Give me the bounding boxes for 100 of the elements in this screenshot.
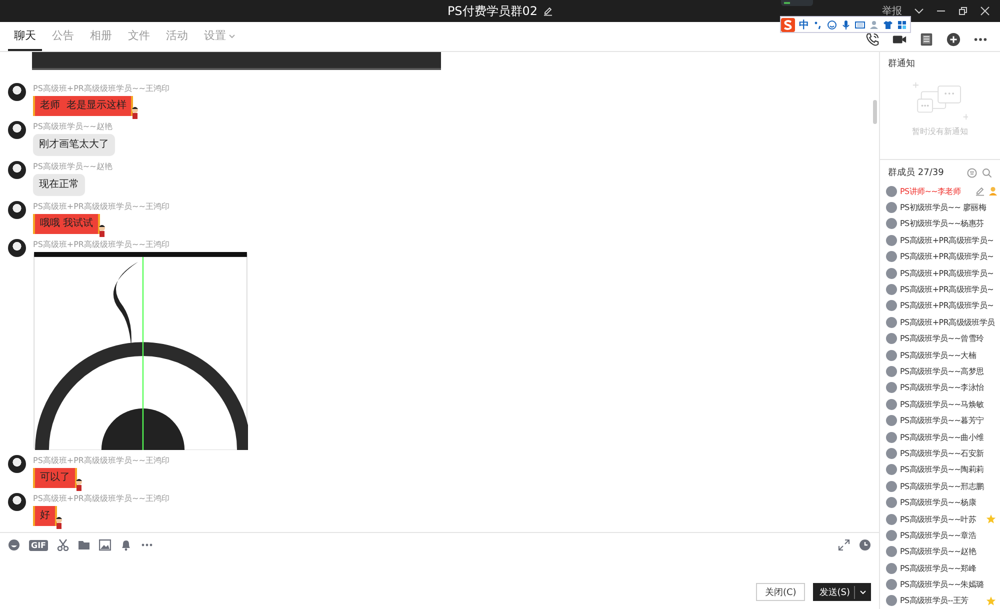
notice-title: 群通知 bbox=[888, 58, 915, 70]
sender-name: PS高级班学员~~赵艳 bbox=[33, 121, 112, 132]
member-name[interactable]: PS初级班学员~~ 廖丽梅 bbox=[900, 202, 986, 214]
message-bubble: 哦哦 我试试 bbox=[33, 214, 100, 234]
avatar[interactable] bbox=[8, 201, 26, 219]
member-avatar[interactable] bbox=[886, 464, 897, 476]
avatar[interactable] bbox=[8, 83, 26, 101]
message-bubble: 老师 老是显示这样 bbox=[33, 96, 134, 116]
member-name[interactable]: PS高级班学员~~朱嫣璐 bbox=[900, 579, 984, 590]
member-name[interactable]: PS高级班学员~~暮芳宁 bbox=[900, 415, 984, 426]
folder-icon[interactable] bbox=[78, 539, 90, 551]
member-avatar[interactable] bbox=[886, 398, 897, 410]
clock-icon[interactable] bbox=[859, 539, 871, 551]
member-name[interactable]: PS高级班+PR高级班学员~ bbox=[900, 268, 994, 279]
expand-icon[interactable] bbox=[838, 539, 850, 551]
sender-name: PS高级班+PR高级级班学员~~王鸿印 bbox=[33, 83, 170, 94]
member-avatar[interactable] bbox=[886, 251, 897, 262]
member-avatar[interactable] bbox=[886, 448, 897, 459]
scrollbar-thumb[interactable] bbox=[873, 100, 877, 124]
member-avatar[interactable] bbox=[886, 432, 897, 443]
member-name[interactable]: PS高级班+PR高级班学员~ bbox=[900, 234, 994, 246]
member-name[interactable]: PS高级班学员~~邢志鹏 bbox=[900, 480, 984, 492]
search-icon[interactable] bbox=[982, 168, 992, 178]
member-name[interactable]: PS高级班+PR高级班学员~ bbox=[900, 251, 994, 262]
restore-icon[interactable] bbox=[958, 6, 968, 16]
member-name[interactable]: PS高级班+PR高级班学员~ bbox=[900, 300, 994, 312]
member-avatar[interactable] bbox=[886, 316, 897, 328]
member-name[interactable]: PS高级班学员~~曾雪玲 bbox=[900, 333, 984, 344]
message-bubble: 现在正常 bbox=[33, 174, 85, 196]
image-icon[interactable] bbox=[99, 539, 112, 551]
scissors-icon[interactable] bbox=[57, 539, 70, 551]
member-avatar[interactable] bbox=[886, 284, 897, 296]
sender-name: PS高级班学员~~赵艳 bbox=[33, 161, 112, 172]
member-name[interactable]: PS高级班学员~~高梦思 bbox=[900, 366, 984, 377]
punctuation-icon[interactable] bbox=[813, 20, 823, 30]
member-avatar[interactable] bbox=[886, 595, 897, 606]
avatar[interactable] bbox=[8, 455, 26, 473]
member-name[interactable]: PS初级班学员~~杨惠芬 bbox=[900, 218, 984, 230]
member-avatar[interactable] bbox=[886, 579, 897, 590]
close-button[interactable]: 关闭(C) bbox=[756, 583, 806, 601]
member-name[interactable]: PS高级班学员~~赵艳 bbox=[900, 546, 976, 558]
chevron-down-icon[interactable] bbox=[914, 6, 924, 16]
phone-icon[interactable] bbox=[865, 32, 880, 47]
window-thumbnail-icon[interactable] bbox=[781, 0, 813, 6]
close-icon[interactable] bbox=[980, 6, 990, 16]
member-avatar[interactable] bbox=[886, 366, 897, 377]
member-name[interactable]: PS高级班学员~~叶苏 bbox=[900, 514, 976, 524]
member-filter-icon[interactable] bbox=[967, 168, 977, 178]
member-avatar[interactable] bbox=[886, 234, 897, 246]
ring-sketch-image[interactable] bbox=[33, 252, 248, 450]
member-avatar[interactable] bbox=[886, 480, 897, 492]
member-name[interactable]: PS讲师~~李老师 bbox=[900, 186, 961, 197]
member-avatar[interactable] bbox=[886, 514, 897, 524]
member-avatar[interactable] bbox=[886, 382, 897, 394]
member-name[interactable]: PS高级班+PR高级级班学员 bbox=[900, 316, 995, 328]
member-avatar[interactable] bbox=[886, 218, 897, 230]
bell-icon[interactable] bbox=[120, 539, 132, 551]
member-name[interactable]: PS高级班学员~~大楠 bbox=[900, 350, 976, 361]
avatar[interactable] bbox=[8, 161, 26, 179]
member-avatar[interactable] bbox=[886, 415, 897, 426]
report-link[interactable]: 举报 bbox=[882, 4, 902, 18]
member-avatar[interactable] bbox=[886, 333, 897, 344]
emoji-icon[interactable] bbox=[8, 539, 20, 551]
member-avatar[interactable] bbox=[886, 562, 897, 574]
member-name[interactable]: PS高级班+PR高级班学员~ bbox=[900, 284, 994, 296]
send-button[interactable]: 发送(S) bbox=[813, 583, 871, 601]
member-name[interactable]: PS高级班学员~~马焕敏 bbox=[900, 398, 984, 410]
member-avatar[interactable] bbox=[886, 300, 897, 312]
member-avatar[interactable] bbox=[886, 530, 897, 541]
avatar[interactable] bbox=[8, 493, 26, 511]
microphone-icon[interactable] bbox=[841, 20, 851, 30]
grid-icon[interactable] bbox=[897, 20, 907, 30]
member-name[interactable]: PS高级班学员~~章浩 bbox=[900, 530, 976, 541]
member-name[interactable]: PS高级班学员~~曲小维 bbox=[900, 432, 984, 443]
window-title: PS付费学员群02 bbox=[447, 2, 538, 20]
member-name[interactable]: PS高级班学员~~李泳怡 bbox=[900, 382, 984, 394]
caret-icon[interactable] bbox=[859, 588, 867, 596]
s-logo-icon[interactable] bbox=[781, 18, 795, 32]
shirt-icon[interactable] bbox=[883, 20, 893, 30]
smiley-icon[interactable] bbox=[827, 20, 837, 30]
member-avatar[interactable] bbox=[886, 350, 897, 361]
member-avatar[interactable] bbox=[886, 546, 897, 558]
member-name[interactable]: PS高级班学员~~石安新 bbox=[900, 448, 984, 459]
plus-circle-icon[interactable] bbox=[946, 32, 961, 47]
member-name[interactable]: PS高级班学员~~郑峰 bbox=[900, 562, 976, 574]
gif-button[interactable]: GIF bbox=[29, 540, 48, 550]
member-avatar[interactable] bbox=[886, 268, 897, 279]
person-icon bbox=[988, 186, 998, 196]
member-name[interactable]: PS高级班学员~~杨康 bbox=[900, 497, 976, 508]
member-avatar[interactable] bbox=[886, 497, 897, 508]
member-avatar[interactable] bbox=[886, 186, 897, 197]
avatar[interactable] bbox=[8, 239, 26, 257]
member-avatar[interactable] bbox=[886, 202, 897, 214]
input-mode-toggle[interactable]: 中 bbox=[799, 18, 809, 32]
member-name[interactable]: PS高级班学员~~陶莉莉 bbox=[900, 464, 984, 476]
avatar[interactable] bbox=[8, 121, 26, 139]
member-name[interactable]: PS高级班学员--王芳 bbox=[900, 595, 968, 606]
keyboard-icon[interactable] bbox=[855, 20, 865, 30]
sender-name: PS高级班+PR高级级班学员~~王鸿印 bbox=[33, 455, 170, 466]
cartoon-figure-icon bbox=[55, 516, 63, 530]
